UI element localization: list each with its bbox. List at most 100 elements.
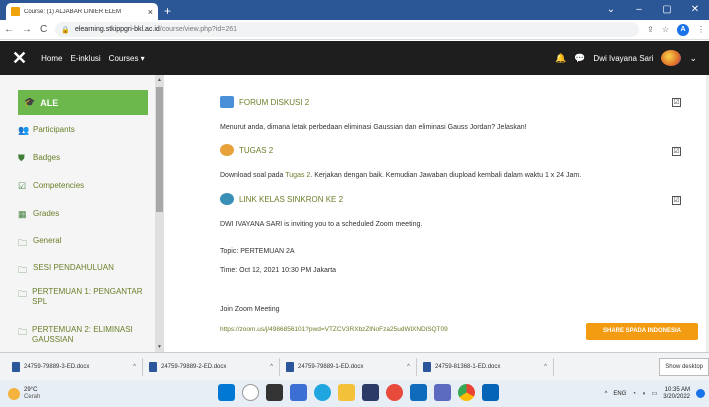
url-activity-title[interactable]: LINK KELAS SINKRON KE 2 (239, 195, 343, 204)
sidebar-item-general[interactable]: 🗀 General (18, 236, 148, 252)
chevron-up-icon[interactable]: ^ (133, 364, 136, 370)
scrollbar-thumb[interactable] (156, 87, 163, 212)
download-item[interactable]: 24759-79889-1-ED.docx ^ (280, 357, 417, 376)
user-name[interactable]: Dwi Ivayana Sari (593, 54, 653, 63)
scroll-up-icon[interactable]: ▲ (155, 77, 164, 83)
moodle-favicon-icon (11, 7, 20, 16)
windows-start-icon[interactable] (218, 384, 235, 401)
maximize-button[interactable]: ▢ (653, 0, 681, 20)
chevron-up-icon[interactable]: ^ (605, 391, 608, 397)
notification-icon[interactable] (696, 389, 705, 398)
course-sidebar: 🎓 ALE 👥 Participants ⛊ Badges ☑ Competen… (0, 75, 155, 352)
outlook-icon[interactable] (482, 384, 499, 401)
completion-checkbox[interactable]: ☑ (672, 98, 681, 107)
sidebar-item-course-home[interactable]: 🎓 ALE (18, 90, 148, 115)
battery-icon[interactable]: ▭ (652, 390, 658, 397)
forum-icon (220, 96, 234, 108)
drawer-toggle-icon[interactable]: ✕ (12, 48, 27, 69)
word-doc-icon (286, 361, 294, 372)
clock[interactable]: 10:35 AM 3/20/2022 (663, 387, 690, 401)
chevron-up-icon[interactable]: ^ (544, 364, 547, 370)
tab-close-icon[interactable]: × (148, 7, 153, 17)
sidebar-item-pertemuan-2[interactable]: 🗀 PERTEMUAN 2: ELIMINASI GAUSSIAN (18, 325, 148, 345)
forum-title[interactable]: FORUM DISKUSI 2 (239, 98, 309, 107)
weather-widget[interactable]: 29°C Cerah (0, 387, 120, 401)
share-spada-button[interactable]: SHARE SPADA INDONESIA (586, 323, 698, 340)
sidebar-item-sesi-pendahuluan[interactable]: 🗀 SESI PENDAHULUAN (18, 263, 148, 279)
sidebar-item-grades[interactable]: ▦ Grades (18, 209, 148, 220)
avatar[interactable] (661, 50, 682, 66)
minimize-button[interactable]: – (625, 0, 653, 20)
close-window-button[interactable]: ✕ (681, 0, 709, 20)
folder-icon: 🗀 (18, 289, 28, 299)
graduation-cap-icon: 🎓 (24, 97, 36, 107)
activity-url[interactable]: LINK KELAS SINKRON KE 2 (220, 193, 343, 205)
mail-icon[interactable] (410, 384, 427, 401)
sidebar-item-badges[interactable]: ⛊ Badges (18, 153, 148, 164)
chat-app-icon[interactable] (290, 384, 307, 401)
sidebar-item-participants[interactable]: 👥 Participants (18, 125, 148, 136)
windows-taskbar: 29°C Cerah ^ ENG ◔ ◖ ▭ 10:35 AM 3/20/202… (0, 380, 709, 407)
taskbar-apps (218, 384, 499, 401)
nav-einklusi[interactable]: E-inklusi (70, 54, 100, 63)
sidebar-scrollbar[interactable]: ▲ ▼ (155, 75, 164, 352)
chevron-up-icon[interactable]: ^ (270, 364, 273, 370)
activity-assignment[interactable]: TUGAS 2 (220, 144, 273, 156)
camera-icon[interactable] (434, 384, 451, 401)
chat-icon[interactable]: 💬 (574, 53, 585, 64)
download-item[interactable]: 24759-81368-1-ED.docx ^ (417, 357, 554, 376)
sidebar-item-label: Competencies (33, 181, 85, 190)
sidebar-item-label: PERTEMUAN 1: PENGANTAR SPL (32, 287, 143, 306)
sidebar-item-label: Participants (33, 125, 75, 134)
sidebar-item-label: Badges (33, 153, 61, 162)
word-doc-icon (149, 361, 157, 372)
completion-checkbox[interactable]: ☑ (672, 196, 681, 205)
app-icon[interactable] (386, 384, 403, 401)
window-controls: ⌄ – ▢ ✕ (597, 0, 709, 20)
download-item[interactable]: 24759-79889-3-ED.docx ^ (6, 357, 143, 376)
zoom-link[interactable]: https://zoom.us/j/4986856101?pwd=VTZCV3R… (220, 326, 448, 333)
chevron-down-icon[interactable]: ⌄ (689, 53, 697, 64)
bell-icon[interactable]: 🔔 (555, 53, 566, 64)
edge-icon[interactable] (314, 384, 331, 401)
table-icon: ▦ (18, 209, 27, 219)
sidebar-item-pertemuan-1[interactable]: 🗀 PERTEMUAN 1: PENGANTAR SPL (18, 287, 148, 307)
tab-search-button[interactable]: ⌄ (597, 0, 625, 20)
assignment-link[interactable]: Tugas 2 (285, 172, 310, 179)
new-tab-button[interactable]: + (164, 4, 171, 18)
assignment-text: Download soal pada (220, 172, 286, 179)
search-icon[interactable] (242, 384, 259, 401)
kebab-menu-icon[interactable]: ⋮ (697, 25, 705, 34)
site-navbar: ✕ Home E-inklusi Courses ▾ 🔔 💬 Dwi Ivaya… (0, 41, 709, 75)
assignment-title[interactable]: TUGAS 2 (239, 146, 273, 155)
completion-checkbox[interactable]: ☑ (672, 147, 681, 156)
download-filename: 24759-79889-2-ED.docx (161, 363, 227, 370)
volume-icon[interactable]: ◖ (642, 391, 646, 397)
profile-avatar[interactable]: A (677, 23, 689, 36)
word-doc-icon (12, 361, 20, 372)
chrome-icon[interactable] (458, 384, 475, 401)
store-icon[interactable] (362, 384, 379, 401)
back-button[interactable]: ← (4, 24, 14, 35)
language-indicator[interactable]: ENG (613, 391, 626, 397)
scroll-down-icon[interactable]: ▼ (155, 344, 164, 350)
file-explorer-icon[interactable] (338, 384, 355, 401)
show-desktop-button[interactable]: Show desktop (659, 358, 709, 376)
url-input[interactable]: 🔒 elearning.stkippgri-bkl.ac.id/course/v… (55, 22, 640, 37)
nav-home[interactable]: Home (41, 54, 62, 63)
browser-tab-strip: Course: (1) ALJABAR LINIER ELEM × + ⌄ – … (0, 0, 709, 20)
share-icon[interactable]: ⇪ (647, 25, 654, 34)
forward-button[interactable]: → (22, 24, 32, 35)
activity-forum[interactable]: FORUM DISKUSI 2 (220, 96, 309, 108)
sidebar-item-competencies[interactable]: ☑ Competencies (18, 181, 148, 192)
star-icon[interactable]: ☆ (662, 25, 669, 34)
download-item[interactable]: 24759-79889-2-ED.docx ^ (143, 357, 280, 376)
download-filename: 24759-79889-3-ED.docx (24, 363, 90, 370)
lock-icon[interactable]: 🔒 (61, 26, 70, 34)
reload-button[interactable]: C (40, 24, 47, 35)
browser-tab[interactable]: Course: (1) ALJABAR LINIER ELEM × (6, 3, 158, 20)
wifi-icon[interactable]: ◔ (632, 391, 636, 397)
task-view-icon[interactable] (266, 384, 283, 401)
chevron-up-icon[interactable]: ^ (407, 364, 410, 370)
nav-courses[interactable]: Courses ▾ (109, 54, 145, 63)
